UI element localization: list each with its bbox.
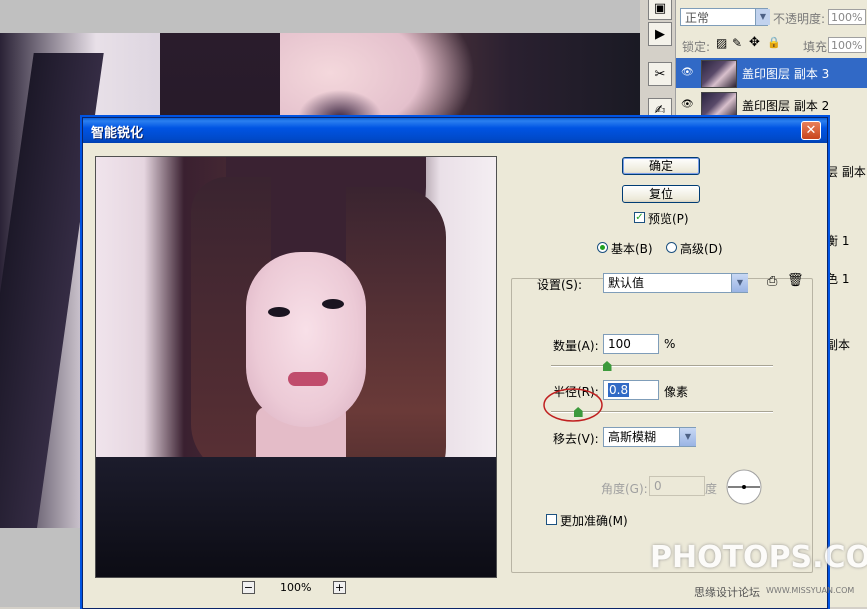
zoom-out-button[interactable]: −: [242, 581, 255, 594]
more-accurate-checkbox[interactable]: [546, 514, 557, 525]
angle-label: 角度(G):: [601, 482, 648, 496]
lock-label: 锁定:: [682, 40, 711, 54]
save-settings-icon[interactable]: ⎙: [767, 274, 777, 289]
close-button[interactable]: ✕: [801, 121, 821, 140]
reset-button[interactable]: 复位: [622, 185, 700, 203]
preview-checkbox[interactable]: ✓: [634, 212, 645, 223]
layer-name: 盖印图层 副本 2: [742, 99, 830, 113]
radius-value: 0.8: [608, 383, 630, 397]
settings-group: [511, 278, 813, 573]
layer-name-fragment[interactable]: 色 1: [826, 270, 849, 287]
layer-row[interactable]: 👁 盖印图层 副本 2: [676, 90, 867, 120]
lock-transparent-icon[interactable]: ▨: [716, 36, 727, 50]
watermark-subtitle: 思缘设计论坛: [694, 586, 760, 599]
annotation-circle: [543, 388, 603, 422]
brush-icon[interactable]: ✎: [732, 36, 742, 50]
panel-tool-button[interactable]: ▣: [648, 0, 672, 20]
opacity-input[interactable]: 100%: [828, 9, 866, 25]
layer-name-fragment[interactable]: 层 副本: [826, 163, 866, 180]
settings-label: 设置(S):: [537, 278, 583, 292]
fill-label: 填充:: [803, 40, 832, 54]
watermark-logo: PHOTOPS.COM: [650, 540, 867, 575]
radius-input[interactable]: 0.8: [603, 380, 659, 400]
layer-name-fragment[interactable]: 衡 1: [826, 232, 849, 249]
opacity-label: 不透明度:: [773, 12, 826, 26]
dialog-title: 智能锐化: [91, 126, 144, 141]
smart-sharpen-dialog: 智能锐化 ✕ − 100% + 确定 复位 ✓ 预览(P) 基本(B) 高级(D…: [82, 117, 828, 609]
dialog-titlebar[interactable]: 智能锐化 ✕: [83, 118, 827, 143]
layer-thumbnail: [701, 60, 737, 88]
watermark-url: WWW.MISSYUAN.COM: [766, 586, 855, 595]
trash-icon[interactable]: 🗑: [787, 273, 804, 288]
layer-thumbnail: [701, 92, 737, 120]
chevron-down-icon[interactable]: ▼: [755, 9, 770, 25]
fill-input[interactable]: 100%: [828, 37, 866, 53]
chevron-down-icon[interactable]: ▼: [731, 274, 748, 292]
layer-name-fragment[interactable]: 副本: [826, 336, 850, 353]
preview-image[interactable]: [95, 156, 497, 578]
eye-icon[interactable]: 👁: [681, 99, 694, 110]
more-accurate-label: 更加准确(M): [560, 514, 628, 528]
lock-icon[interactable]: 🔒: [767, 36, 781, 49]
tools-icon[interactable]: ✂: [648, 62, 672, 86]
zoom-in-button[interactable]: +: [333, 581, 346, 594]
amount-unit: %: [664, 337, 676, 351]
layer-row[interactable]: 👁 盖印图层 副本 3: [676, 58, 867, 88]
layer-name: 盖印图层 副本 3: [742, 67, 830, 81]
eye-icon[interactable]: 👁: [681, 67, 694, 78]
radius-unit: 像素: [664, 385, 689, 399]
remove-label: 移去(V):: [553, 432, 599, 446]
angle-input: 0: [649, 476, 705, 496]
preview-label: 预览(P): [648, 212, 689, 226]
angle-dial: [726, 469, 762, 505]
chevron-down-icon[interactable]: ▼: [679, 428, 696, 446]
angle-unit: 度: [705, 482, 718, 496]
amount-label: 数量(A):: [553, 339, 599, 353]
move-icon[interactable]: ✥: [749, 35, 760, 50]
advanced-mode-label: 高级(D): [680, 242, 723, 256]
amount-input[interactable]: 100: [603, 334, 659, 354]
ok-button[interactable]: 确定: [622, 157, 700, 175]
amount-slider-track[interactable]: [551, 365, 773, 367]
settings-select[interactable]: 默认值: [603, 273, 748, 293]
zoom-level: 100%: [280, 581, 312, 594]
actions-icon[interactable]: ▶: [648, 22, 672, 46]
basic-mode-label: 基本(B): [611, 242, 653, 256]
advanced-mode-radio[interactable]: [666, 242, 677, 253]
basic-mode-radio[interactable]: [597, 242, 608, 253]
